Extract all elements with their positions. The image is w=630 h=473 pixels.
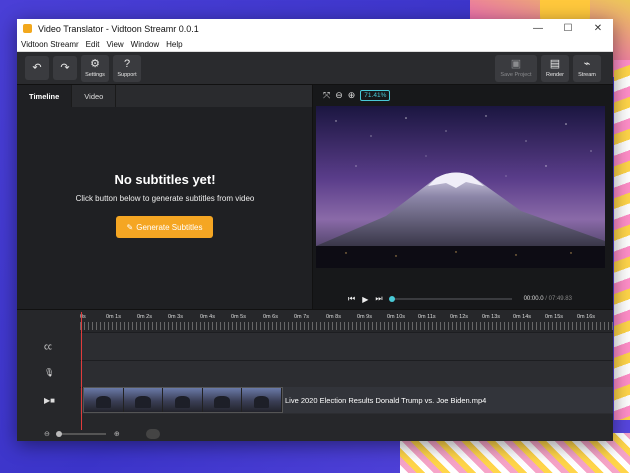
tick-label: 0m 11s: [418, 314, 436, 320]
gear-icon: ⚙: [90, 57, 100, 70]
ruler-ticks: [80, 322, 613, 330]
player-controls: ⏮ ▶ ⏭ 00:00.0 / 07:49.83: [313, 289, 613, 309]
scroll-handle[interactable]: [145, 429, 160, 439]
save-project-label: Save Project: [500, 71, 532, 78]
clip-frame: [163, 388, 203, 412]
tick-label: 0m 16s: [577, 314, 596, 320]
play-icon[interactable]: ▶: [362, 295, 368, 304]
minimize-button[interactable]: —: [523, 19, 553, 38]
tick-label: 0m 9s: [357, 314, 372, 320]
tick-label: 0m 13s: [482, 314, 501, 320]
subtitle-track[interactable]: [80, 332, 613, 360]
tick-label: 0m 14s: [513, 314, 532, 320]
clip-frame: [242, 388, 282, 412]
total-time: 07:49.83: [548, 296, 572, 302]
settings-button[interactable]: ⚙ Settings: [81, 54, 109, 82]
support-button[interactable]: ? Support: [113, 54, 141, 82]
subtitles-panel: Timeline Video No subtitles yet! Click b…: [17, 85, 313, 309]
generate-subtitles-label: Generate Subtitles: [136, 222, 203, 232]
progress-bar[interactable]: [388, 296, 512, 302]
undo-button[interactable]: ↶: [25, 56, 49, 80]
current-time: 00:00.0: [523, 296, 544, 302]
zoom-slider-knob[interactable]: [55, 431, 62, 437]
magic-wand-icon: ✎: [126, 222, 134, 232]
maximize-button[interactable]: ☐: [553, 19, 583, 38]
timeline-zoom: ⊖ ⊕: [44, 429, 160, 439]
background-decoration: [614, 60, 630, 420]
render-label: Render: [545, 71, 565, 78]
undo-icon: ↶: [32, 61, 42, 74]
zoom-in-icon[interactable]: ⊕: [348, 90, 356, 101]
tick-label: 0m 2s: [137, 314, 152, 320]
tick-label: 0m 6s: [263, 314, 278, 320]
app-window: Video Translator - Vidtoon Streamr 0.0.1…: [17, 19, 613, 441]
video-preview-panel: ⤧ ⊖ ⊕ 71.41% ⏮ ▶ ⏭ 00:00.0 / 07:49.83: [313, 85, 613, 309]
satellite-icon: ⌁: [583, 57, 591, 70]
close-button[interactable]: ✕: [583, 19, 613, 38]
panel-tabs: Timeline Video: [17, 85, 312, 107]
tick-label: 0m 1s: [106, 314, 121, 320]
redo-button[interactable]: ↷: [53, 56, 77, 80]
progress-knob[interactable]: [388, 296, 395, 302]
preview-image: [316, 106, 605, 268]
tick-label: 0m 3s: [168, 314, 183, 320]
video-preview[interactable]: [316, 106, 605, 268]
toolbar: ↶ ↷ ⚙ Settings ? Support ▣ Save Project …: [17, 52, 613, 85]
settings-label: Settings: [85, 71, 105, 78]
menu-bar: Vidtoon Streamr Edit View Window Help: [17, 38, 613, 52]
clip-frame: [123, 388, 164, 412]
playhead[interactable]: [81, 312, 82, 430]
time-display: 00:00.0 / 07:49.83: [523, 296, 572, 302]
time-ruler[interactable]: 0s 0m 1s 0m 2s 0m 3s 0m 4s 0m 5s 0m 6s 0…: [80, 310, 613, 332]
tick-label: 0m 8s: [326, 314, 341, 320]
stream-label: Stream: [578, 71, 596, 78]
redo-icon: ↷: [60, 61, 70, 74]
tab-timeline[interactable]: Timeline: [17, 85, 73, 107]
generate-subtitles-button[interactable]: ✎ Generate Subtitles: [116, 216, 213, 238]
video-camera-icon: ▶■: [44, 396, 55, 405]
tick-label: 0m 7s: [294, 314, 309, 320]
app-icon: [23, 24, 32, 33]
stream-button[interactable]: ⌁ Stream: [573, 54, 601, 82]
cc-icon: ㏄: [44, 342, 52, 351]
tick-label: 0m 15s: [545, 314, 564, 320]
timeline-panel: 0s 0m 1s 0m 2s 0m 3s 0m 4s 0m 5s 0m 6s 0…: [17, 309, 613, 441]
tick-label: 0m 5s: [231, 314, 246, 320]
menu-view[interactable]: View: [106, 40, 123, 49]
zoom-out-icon[interactable]: ⊖: [335, 90, 343, 101]
support-label: Support: [117, 71, 137, 78]
video-clip-thumbnails[interactable]: [83, 387, 283, 413]
menu-edit[interactable]: Edit: [86, 40, 100, 49]
main-area: Timeline Video No subtitles yet! Click b…: [17, 85, 613, 309]
save-project-button[interactable]: ▣ Save Project: [495, 54, 537, 82]
menu-help[interactable]: Help: [166, 40, 182, 49]
clip-frame: [84, 388, 124, 412]
help-icon: ?: [123, 57, 131, 70]
empty-state-subtitle: Click button below to generate subtitles…: [75, 194, 255, 203]
microphone-icon: 🎙: [44, 368, 55, 377]
preview-tools: ⤧ ⊖ ⊕ 71.41%: [313, 85, 613, 105]
window-title: Video Translator - Vidtoon Streamr 0.0.1: [38, 23, 199, 34]
clip-frame: [202, 388, 243, 412]
fit-icon[interactable]: ⤧: [323, 90, 330, 101]
tick-label: 0m 4s: [200, 314, 215, 320]
tick-label: 0m 12s: [450, 314, 469, 320]
zoom-level: 71.41%: [360, 89, 391, 101]
tick-label: 0m 10s: [387, 314, 406, 320]
audio-track[interactable]: [80, 360, 613, 388]
menu-vidtoon-streamr[interactable]: Vidtoon Streamr: [21, 40, 79, 49]
skip-back-icon[interactable]: ⏮: [348, 294, 355, 304]
clip-name: Live 2020 Election Results Donald Trump …: [285, 396, 487, 405]
skip-forward-icon[interactable]: ⏭: [375, 294, 382, 304]
film-icon: ▤: [549, 57, 561, 70]
zoom-slider[interactable]: [55, 431, 106, 437]
tab-video[interactable]: Video: [72, 85, 117, 107]
empty-state-title: No subtitles yet!: [114, 172, 216, 187]
render-button[interactable]: ▤ Render: [541, 54, 569, 82]
save-icon: ▣: [510, 57, 522, 70]
zoom-out-icon[interactable]: ⊖: [44, 430, 50, 438]
title-bar: Video Translator - Vidtoon Streamr 0.0.1…: [17, 19, 613, 38]
menu-window[interactable]: Window: [131, 40, 159, 49]
zoom-in-icon[interactable]: ⊕: [114, 430, 120, 438]
